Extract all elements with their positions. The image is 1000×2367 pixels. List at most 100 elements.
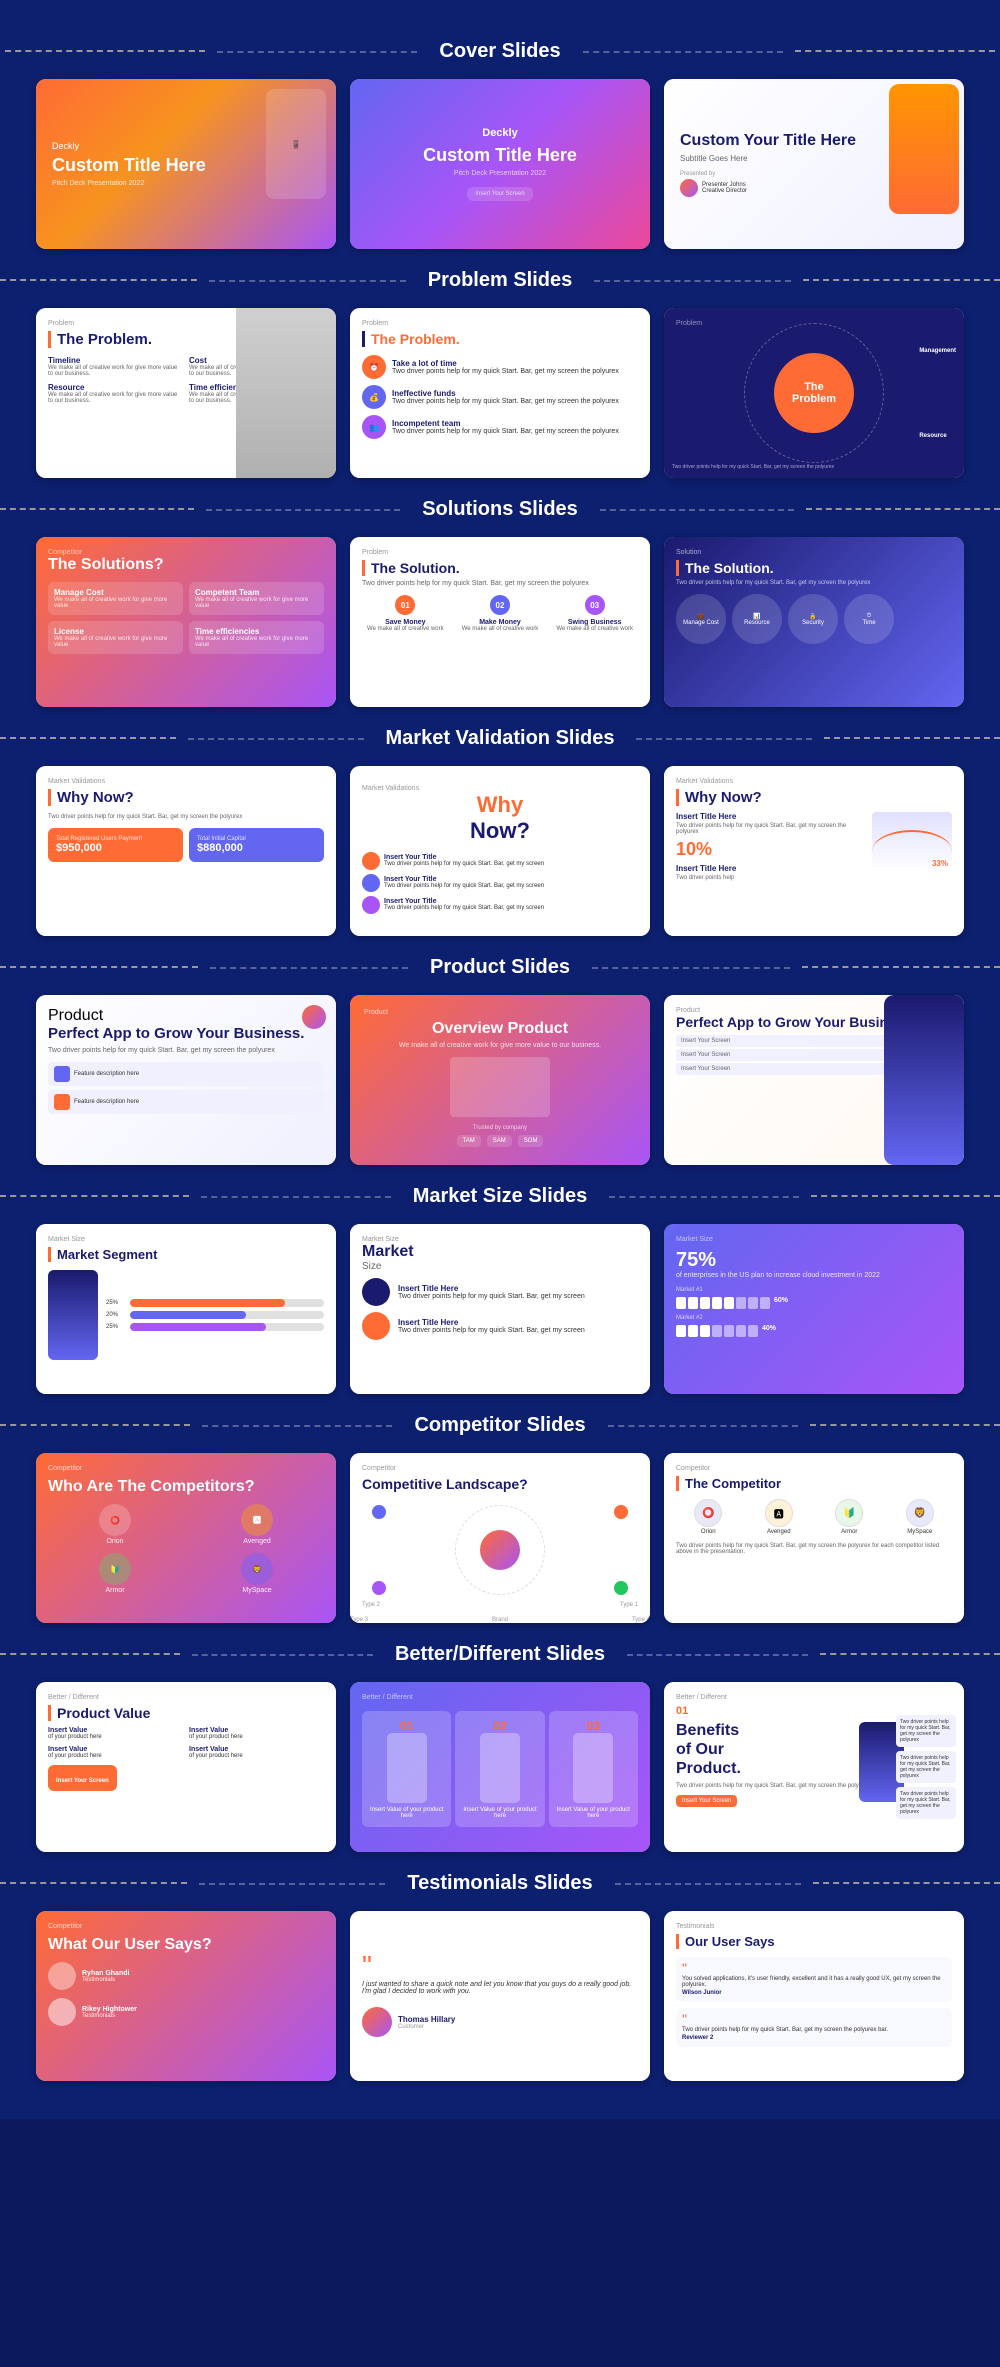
- comp-slide-3[interactable]: Competitor The Competitor ⭕ Orion 🅰 Aven…: [664, 1453, 964, 1623]
- prod-slide-3[interactable]: Product Perfect App to Grow Your Busines…: [664, 995, 964, 1165]
- test-2-text: I just wanted to share a quick note and …: [362, 1981, 638, 1995]
- sol-slide-2[interactable]: Problem The Solution. Two driver points …: [350, 537, 650, 707]
- bd-2-phone-2: [480, 1733, 520, 1803]
- test-2-author-name: Thomas Hillary: [398, 2015, 455, 2024]
- ms-3-people-2: 40%: [676, 1325, 952, 1337]
- comp-2-dot-2: [614, 1505, 628, 1519]
- sol-3-content: Solution The Solution. Two driver points…: [664, 537, 964, 707]
- mv-1-content: Market Validations Why Now? Two driver p…: [36, 766, 336, 936]
- problem-slide-3[interactable]: Problem TheProblem Management Resource T…: [664, 308, 964, 478]
- mv-slide-3[interactable]: Market Validations Why Now? Insert Title…: [664, 766, 964, 936]
- cover-slide-2[interactable]: Deckly Custom Title Here Pitch Deck Pres…: [350, 79, 650, 249]
- sol-3-item-4: ⏱Time: [844, 594, 894, 644]
- sol-slide-3[interactable]: Solution The Solution. Two driver points…: [664, 537, 964, 707]
- mv-3-insert-title: Insert Title Here: [676, 812, 864, 821]
- ms-section: Market Size Slides Market Size Market Se…: [0, 1183, 1000, 1394]
- prod-1-icon-1: [54, 1066, 70, 1082]
- mv-2-content: Market Validations WhyNow? Insert Your T…: [350, 766, 650, 936]
- test-slide-2[interactable]: " I just wanted to share a quick note an…: [350, 1911, 650, 2081]
- cover-2-insert: Insert Your Screen: [467, 187, 532, 201]
- ms-2-tag: Market Size: [362, 1236, 638, 1243]
- cover-slide-3[interactable]: Custom Your Title Here Subtitle Goes Her…: [664, 79, 964, 249]
- test-2-author-role: Customer: [398, 2024, 455, 2030]
- testimonials-section-title: Testimonials Slides: [0, 1870, 1000, 1897]
- cover-2-title: Custom Title Here: [423, 145, 577, 167]
- mv-title-text: Market Validation Slides: [376, 725, 625, 752]
- sol-1-content: Competitor The Solutions? Manage Cost We…: [36, 537, 336, 707]
- prob-3-footer: Two driver points help for my quick Star…: [672, 464, 956, 470]
- comp-slide-1[interactable]: Competitor Who Are The Competitors? ⭕ Or…: [36, 1453, 336, 1623]
- prod-slide-1[interactable]: Product Perfect App to Grow Your Busines…: [36, 995, 336, 1165]
- comp-3-logo-2: 🅰 Avenged: [765, 1499, 793, 1535]
- comp-1-logo-4: 🦁 MySpace: [190, 1553, 324, 1594]
- sol-2-subtitle: Two driver points help for my quick Star…: [362, 580, 638, 587]
- comp-3-tag: Competitor: [676, 1465, 952, 1472]
- ms-2-content: Market Size MarketSize Insert Title Here…: [350, 1224, 650, 1394]
- ms-1-phone: [48, 1270, 98, 1360]
- ms-slide-3[interactable]: Market Size 75% of enterprises in the US…: [664, 1224, 964, 1394]
- test-slide-1[interactable]: Competitor What Our User Says? Ryhan Gha…: [36, 1911, 336, 2081]
- problem-slide-1[interactable]: Problem The Problem. Timeline We make al…: [36, 308, 336, 478]
- test-slide-3[interactable]: Testimonials Our User Says " You solved …: [664, 1911, 964, 2081]
- problem-slides-row: Problem The Problem. Timeline We make al…: [0, 308, 1000, 478]
- bd-1-content: Better / Different Product Value Insert …: [36, 1682, 336, 1852]
- bd-2-phone-1: [387, 1733, 427, 1803]
- mv-3-tag: Market Validations: [676, 778, 952, 785]
- ms-slide-1[interactable]: Market Size Market Segment 25% 20%: [36, 1224, 336, 1394]
- solutions-slides-row: Competitor The Solutions? Manage Cost We…: [0, 537, 1000, 707]
- bd-slide-2[interactable]: Better / Different 01 Insert Value of yo…: [350, 1682, 650, 1852]
- test-1-author-1: Ryhan GhandiTestimonials: [48, 1962, 324, 1990]
- ms-3-content-inner: 75% of enterprises in the US plan to inc…: [676, 1249, 952, 1337]
- prob-2-item-1: ⏰ Take a lot of timeTwo driver points he…: [362, 355, 638, 379]
- sol-1-item-2: Competent Team We make all of creative w…: [189, 582, 324, 615]
- ms-1-bar-1: 25%: [106, 1299, 324, 1307]
- sol-slide-1[interactable]: Competitor The Solutions? Manage Cost We…: [36, 537, 336, 707]
- mv-1-box-2: Total Initial Capital $880,000: [189, 828, 324, 862]
- comp-3-logo-4: 🦁 MySpace: [906, 1499, 934, 1535]
- sol-1-grid: Manage Cost We make all of creative work…: [48, 582, 324, 654]
- prob-3-content: Problem TheProblem Management Resource T…: [664, 308, 964, 478]
- mv-slide-2[interactable]: Market Validations WhyNow? Insert Your T…: [350, 766, 650, 936]
- bd-slide-3[interactable]: Better / Different 01 Benefitsof OurProd…: [664, 1682, 964, 1852]
- mv-2-item-3: Insert Your TitleTwo driver points help …: [362, 896, 638, 914]
- mv-slide-1[interactable]: Market Validations Why Now? Two driver p…: [36, 766, 336, 936]
- test-2-content: " I just wanted to share a quick note an…: [350, 1911, 650, 2081]
- ms-2-item-2: Insert Title HereTwo driver points help …: [362, 1312, 638, 1340]
- test-3-quote-1-author: Wilson Junior: [682, 1990, 946, 1996]
- ms-section-title: Market Size Slides: [0, 1183, 1000, 1210]
- prob-3-side-items: Management Resource: [919, 308, 956, 478]
- prob-3-center: TheProblem: [774, 353, 854, 433]
- bd-2-tag: Better / Different: [362, 1694, 638, 1701]
- ms-3-people-1: 60%: [676, 1297, 952, 1309]
- ms-divider-left: [201, 1196, 390, 1198]
- cover-slide-1[interactable]: Deckly Custom Title Here Pitch Deck Pres…: [36, 79, 336, 249]
- comp-slide-2[interactable]: Competitor Competitive Landscape? Type 3…: [350, 1453, 650, 1623]
- prob-1-item-3: Resource We make all of creative work fo…: [48, 383, 183, 404]
- competitor-divider-left: [202, 1425, 392, 1427]
- ms-1-content-inner: 25% 20% 25%: [48, 1270, 324, 1360]
- comp-2-axes: Type 3 Brand Type 4: [350, 1617, 650, 1623]
- ms-1-tag: Market Size: [48, 1236, 324, 1243]
- bd-slide-1[interactable]: Better / Different Product Value Insert …: [36, 1682, 336, 1852]
- ms-slides-row: Market Size Market Segment 25% 20%: [0, 1224, 1000, 1394]
- mv-1-desc: Two driver points help for my quick Star…: [48, 814, 324, 820]
- problem-slide-2[interactable]: Problem The Problem. ⏰ Take a lot of tim…: [350, 308, 650, 478]
- prod-1-box-1: Feature description here: [48, 1062, 324, 1086]
- solutions-section: Solutions Slides Competitor The Solution…: [0, 496, 1000, 707]
- ms-slide-2[interactable]: Market Size MarketSize Insert Title Here…: [350, 1224, 650, 1394]
- sol-3-item-2: 📊Resource: [732, 594, 782, 644]
- sol-2-title: The Solution.: [362, 560, 638, 576]
- mv-1-boxes: Total Registered Users Payment $950,000 …: [48, 828, 324, 862]
- page-wrapper: Cover Slides Deckly Custom Title Here Pi…: [0, 0, 1000, 2119]
- prod-2-tag: Product: [364, 1009, 388, 1016]
- test-1-av-1: [48, 1962, 76, 1990]
- mv-1-tag: Market Validations: [48, 778, 324, 785]
- cover-section: Cover Slides Deckly Custom Title Here Pi…: [0, 38, 1000, 249]
- test-1-avatars: Ryhan GhandiTestimonials Rikey Hightower…: [48, 1962, 324, 2026]
- prod-slide-2[interactable]: Product Overview Product We make all of …: [350, 995, 650, 1165]
- cover-2-subtitle: Pitch Deck Presentation 2022: [454, 170, 546, 177]
- sol-3-items: 💼Manage Cost 📊Resource 🔒Security ⏱Time: [676, 594, 952, 644]
- test-3-quote-2: " Two driver points help for my quick St…: [676, 2008, 952, 2047]
- solutions-title-text: Solutions Slides: [412, 496, 588, 523]
- testimonials-divider-left: [199, 1883, 386, 1885]
